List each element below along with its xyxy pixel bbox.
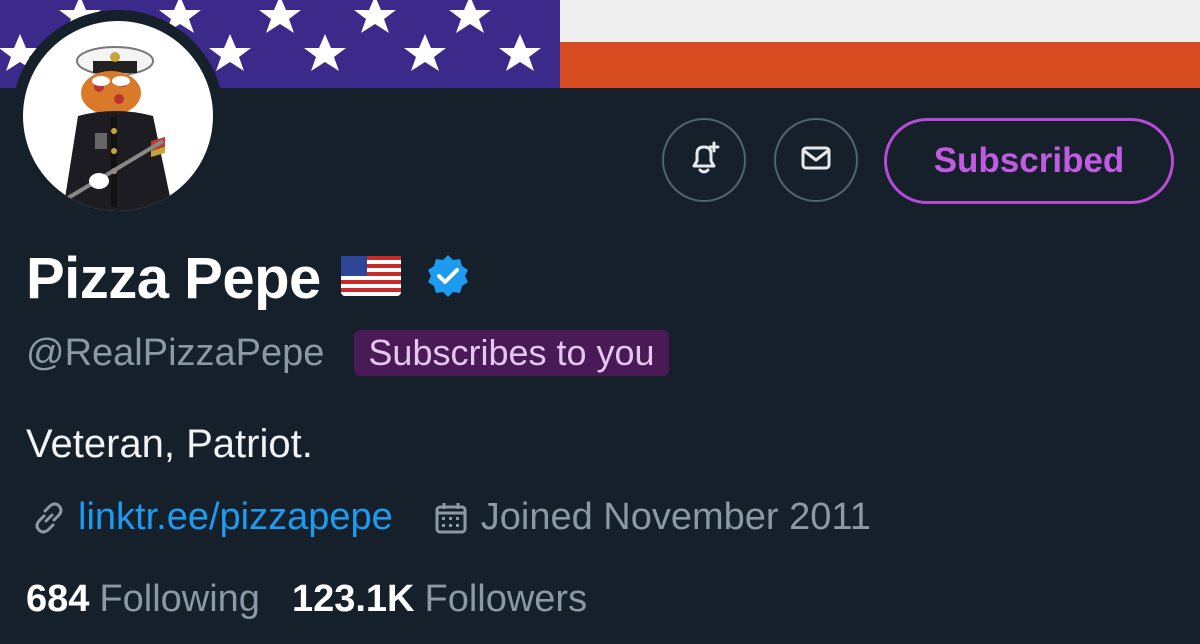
calendar-icon [433,500,469,536]
avatar[interactable] [12,10,224,222]
name-row: Pizza Pepe [26,245,471,311]
handle-row: @RealPizzaPepe Subscribes to you [26,330,669,376]
link-icon [30,499,68,537]
avatar-image [23,21,213,211]
us-flag-icon [340,255,401,301]
follow-stats: 684 Following 123.1K Followers [26,578,587,621]
bio: Veteran, Patriot. [26,422,313,466]
verified-badge-icon[interactable] [425,253,471,304]
followers-link[interactable]: 123.1K Followers [292,578,587,621]
following-count: 684 [26,578,90,620]
profile-meta: linktr.ee/pizzapepe Joined November 2011 [30,496,871,539]
handle: @RealPizzaPepe [26,331,325,374]
following-link[interactable]: 684 Following [26,578,260,621]
subscribes-to-you-badge: Subscribes to you [354,330,669,376]
followers-count: 123.1K [291,578,415,620]
display-name: Pizza Pepe [26,245,321,311]
followers-label: Followers [424,578,588,620]
notify-button[interactable] [662,118,746,202]
subscribed-button[interactable]: Subscribed [884,118,1174,204]
envelope-icon [796,138,836,183]
profile-link[interactable]: linktr.ee/pizzapepe [78,496,393,539]
joined-date: Joined November 2011 [480,496,871,538]
message-button[interactable] [774,118,858,202]
bell-plus-icon [684,138,724,183]
following-label: Following [99,578,260,620]
